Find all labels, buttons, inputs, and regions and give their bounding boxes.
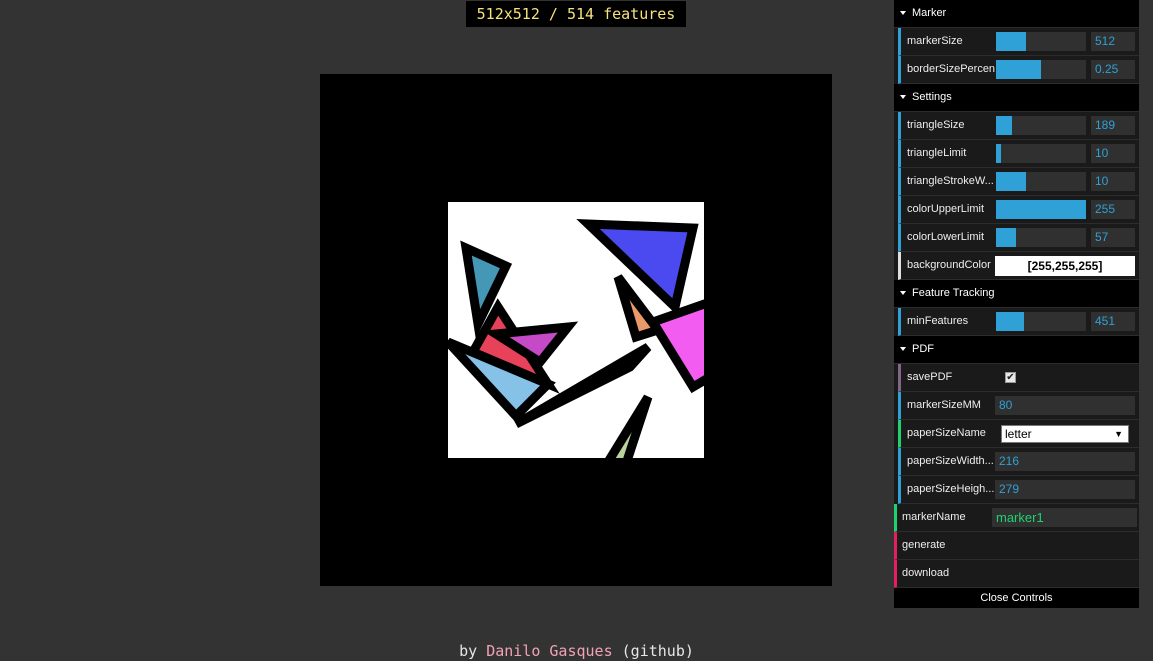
marker-preview-image (448, 202, 704, 458)
generate-label: generate (902, 539, 946, 551)
triangle-limit-control: triangleLimit 10 (898, 140, 1139, 168)
paper-size-name-control: paperSizeName letter ▼ (898, 420, 1139, 448)
control-label: markerSizeMM (907, 399, 981, 411)
caret-down-icon (900, 11, 906, 16)
folder-feature-tracking[interactable]: Feature Tracking (894, 280, 1139, 308)
paper-size-height-control: paperSizeHeigh... 279 (898, 476, 1139, 504)
background-color-picker[interactable]: [255,255,255] (995, 256, 1135, 276)
paper-size-select[interactable]: letter ▼ (1001, 425, 1129, 443)
control-label: markerSize (907, 35, 963, 47)
download-label: download (902, 567, 950, 579)
marker-size-slider[interactable] (996, 32, 1086, 51)
min-features-slider[interactable] (996, 312, 1086, 331)
footer-prefix: by (459, 642, 487, 660)
triangle-limit-input[interactable]: 10 (1091, 144, 1135, 163)
folder-marker[interactable]: Marker (894, 0, 1139, 28)
slider-fill (996, 32, 1026, 51)
color-lower-limit-input[interactable]: 57 (1091, 228, 1135, 247)
marker-size-control: markerSize 512 (898, 28, 1139, 56)
color-upper-limit-slider[interactable] (996, 200, 1086, 219)
generate-button[interactable]: generate (894, 532, 1139, 560)
download-button[interactable]: download (894, 560, 1139, 588)
border-size-percent-input[interactable]: 0.25 (1091, 60, 1135, 79)
footer-credit: by Danilo Gasques (github) (0, 642, 1153, 660)
triangle-stroke-width-slider[interactable] (996, 172, 1086, 191)
save-pdf-control: savePDF ✔ (898, 364, 1139, 392)
min-features-input[interactable]: 451 (1091, 312, 1135, 331)
color-lower-limit-slider[interactable] (996, 228, 1086, 247)
slider-fill (996, 312, 1024, 331)
slider-fill (996, 60, 1041, 79)
control-label: paperSizeName (907, 427, 986, 439)
marker-size-mm-input[interactable]: 80 (995, 396, 1135, 415)
control-label: triangleLimit (907, 147, 967, 159)
color-lower-limit-control: colorLowerLimit 57 (898, 224, 1139, 252)
caret-down-icon (900, 347, 906, 352)
border-size-percent-control: borderSizePercen 0.25 (898, 56, 1139, 84)
control-label: borderSizePercen (907, 63, 995, 75)
paper-size-height-input[interactable]: 279 (995, 480, 1135, 499)
control-label: colorUpperLimit (907, 203, 985, 215)
marker-size-input[interactable]: 512 (1091, 32, 1135, 51)
marker-size-mm-control: markerSizeMM 80 (898, 392, 1139, 420)
triangle-size-input[interactable]: 189 (1091, 116, 1135, 135)
checkmark-icon: ✔ (1006, 372, 1015, 383)
color-upper-limit-input[interactable]: 255 (1091, 200, 1135, 219)
marker-name-input[interactable]: marker1 (992, 508, 1137, 527)
marker-triangles (448, 219, 704, 458)
control-label: paperSizeWidth... (907, 455, 994, 467)
marker-canvas (320, 74, 832, 586)
slider-fill (996, 172, 1026, 191)
triangle-size-slider[interactable] (996, 116, 1086, 135)
folder-pdf[interactable]: PDF (894, 336, 1139, 364)
triangle-limit-slider[interactable] (996, 144, 1086, 163)
min-features-control: minFeatures 451 (898, 308, 1139, 336)
paper-size-width-control: paperSizeWidth... 216 (898, 448, 1139, 476)
author-link[interactable]: Danilo Gasques (486, 642, 612, 660)
dropdown-arrow-icon: ▼ (1114, 429, 1123, 439)
color-upper-limit-control: colorUpperLimit 255 (898, 196, 1139, 224)
control-label: backgroundColor (907, 259, 991, 271)
feature-count-label: 512x512 / 514 features (466, 1, 686, 27)
control-label: savePDF (907, 371, 953, 383)
caret-down-icon (900, 95, 906, 100)
github-link[interactable]: (github) (622, 642, 694, 660)
triangle-stroke-width-control: triangleStrokeW... 10 (898, 168, 1139, 196)
slider-fill (996, 228, 1016, 247)
slider-fill (996, 116, 1013, 135)
slider-fill (996, 200, 1086, 219)
controls-panel: Marker markerSize 512 borderSizePercen 0… (894, 0, 1139, 608)
close-controls-button[interactable]: Close Controls (894, 588, 1139, 608)
caret-down-icon (900, 291, 906, 296)
marker-name-control: markerName marker1 (894, 504, 1139, 532)
control-label: triangleSize (907, 119, 965, 131)
control-label: colorLowerLimit (907, 231, 985, 243)
control-label: triangleStrokeW... (907, 175, 994, 187)
control-label: markerName (902, 511, 966, 523)
border-size-percent-slider[interactable] (996, 60, 1086, 79)
slider-fill (996, 144, 1001, 163)
folder-settings[interactable]: Settings (894, 84, 1139, 112)
triangle-stroke-width-input[interactable]: 10 (1091, 172, 1135, 191)
control-label: minFeatures (907, 315, 969, 327)
background-color-control: backgroundColor [255,255,255] (898, 252, 1139, 280)
triangle-size-control: triangleSize 189 (898, 112, 1139, 140)
paper-size-width-input[interactable]: 216 (995, 452, 1135, 471)
save-pdf-checkbox[interactable]: ✔ (1005, 372, 1016, 383)
control-label: paperSizeHeigh... (907, 483, 995, 495)
